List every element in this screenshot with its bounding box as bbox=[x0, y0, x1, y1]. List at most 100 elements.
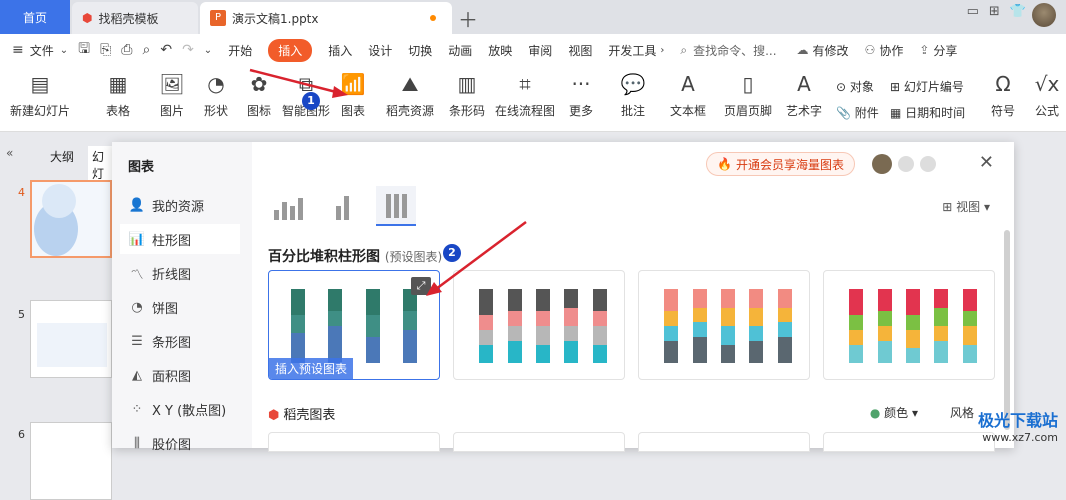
expand-icon[interactable]: ⤢ bbox=[411, 277, 431, 295]
menu-slideshow[interactable]: 放映 bbox=[488, 42, 512, 59]
print-icon[interactable]: ⎙ bbox=[121, 42, 132, 58]
command-search[interactable]: 查找命令、搜... bbox=[693, 42, 776, 59]
object-button[interactable]: ⊙ 对象 bbox=[836, 78, 874, 95]
share-icon: ⇪ bbox=[919, 43, 930, 57]
skin-icon[interactable]: 👕 bbox=[1010, 4, 1026, 19]
docer-chart-card[interactable] bbox=[453, 432, 625, 452]
slide-thumb-4[interactable] bbox=[30, 180, 112, 258]
tab-clustered-column[interactable] bbox=[268, 186, 308, 226]
chart-card[interactable] bbox=[823, 270, 995, 380]
flowchart-button[interactable]: ⌗ 在线流程图 bbox=[494, 72, 556, 119]
shape-button[interactable]: ◔ 形状 bbox=[196, 72, 236, 119]
slides-tab[interactable]: 幻灯 bbox=[88, 146, 112, 184]
docer-chart-card[interactable] bbox=[638, 432, 810, 452]
slide-thumb-6[interactable] bbox=[30, 422, 112, 500]
avatar[interactable] bbox=[1032, 3, 1056, 27]
chevron-down-icon[interactable]: ⌄ bbox=[60, 45, 68, 56]
table-button[interactable]: ▦ 表格 bbox=[96, 72, 140, 119]
style-dropdown[interactable]: 风格 bbox=[950, 404, 974, 421]
tab-stacked-column[interactable] bbox=[322, 186, 362, 226]
undo-icon[interactable]: ↶ bbox=[160, 42, 172, 58]
collapse-pane-icon[interactable]: « bbox=[6, 146, 13, 160]
bar-seg bbox=[564, 307, 579, 327]
view-dropdown[interactable]: ⊞ 视图 ▾ bbox=[942, 198, 990, 215]
mini-bar bbox=[401, 194, 407, 218]
scrollbar[interactable] bbox=[1004, 230, 1010, 430]
collab-button[interactable]: 协作 bbox=[879, 42, 903, 59]
menu-design[interactable]: 设计 bbox=[368, 42, 392, 59]
tab-percent-stacked-column[interactable] bbox=[376, 186, 416, 226]
side-item-my-resources[interactable]: 👤 我的资源 bbox=[128, 190, 248, 220]
slide-number-button[interactable]: ⊞ 幻灯片编号 bbox=[890, 78, 964, 95]
bar-seg bbox=[564, 340, 579, 363]
chevron-right-icon[interactable]: › bbox=[660, 45, 664, 56]
share-button[interactable]: 分享 bbox=[933, 42, 957, 59]
side-item-scatter[interactable]: ⁘ X Y (散点图) bbox=[128, 394, 248, 424]
save-icon[interactable]: 🖫 bbox=[78, 38, 90, 62]
attach-button[interactable]: 📎 附件 bbox=[836, 104, 879, 121]
modify-button[interactable]: 有修改 bbox=[813, 42, 849, 59]
chart-card[interactable] bbox=[638, 270, 810, 380]
docer-chart-card[interactable] bbox=[823, 432, 995, 452]
textbox-button[interactable]: A 文本框 bbox=[664, 72, 712, 119]
annotation-badge-2: 2 bbox=[443, 244, 461, 262]
chart-button[interactable]: 📶 图表 bbox=[336, 72, 370, 119]
docer-resource-button[interactable]: ⛰ 稻壳资源 bbox=[384, 72, 436, 119]
menu-insert-active[interactable]: 插入 bbox=[268, 38, 313, 62]
wordart-button[interactable]: A 艺术字 bbox=[780, 72, 828, 119]
formula-button[interactable]: √x 公式 bbox=[1030, 72, 1064, 119]
tab-home[interactable]: 首页 bbox=[0, 0, 70, 34]
hamburger-icon[interactable]: ≡ bbox=[12, 42, 24, 58]
menu-review[interactable]: 审阅 bbox=[528, 42, 552, 59]
new-slide-button[interactable]: ▤ 新建幻灯片 bbox=[8, 72, 72, 119]
bar-seg bbox=[962, 344, 977, 363]
barcode-button[interactable]: ▥ 条形码 bbox=[446, 72, 488, 119]
menu-animation[interactable]: 动画 bbox=[448, 42, 472, 59]
side-item-pie[interactable]: ◔ 饼图 bbox=[128, 292, 248, 322]
more-quick-icon[interactable]: ⌄ bbox=[204, 45, 212, 56]
layout-icon[interactable]: ▭ bbox=[967, 4, 979, 19]
mini-bar bbox=[273, 210, 279, 220]
slide-thumb-5[interactable] bbox=[30, 300, 112, 378]
menu-insert[interactable]: 插入 bbox=[328, 42, 352, 59]
more-button[interactable]: ··· 更多 bbox=[564, 72, 598, 119]
chart-card[interactable] bbox=[453, 270, 625, 380]
comment-button[interactable]: 💬 批注 bbox=[618, 72, 648, 119]
collab-icon: ⚇ bbox=[864, 43, 876, 57]
tab-document[interactable]: P 演示文稿1.pptx bbox=[200, 2, 452, 34]
icon-button[interactable]: ✿ 图标 bbox=[242, 72, 276, 119]
side-item-stock[interactable]: ⫼ 股价图 bbox=[128, 428, 248, 458]
bar-seg bbox=[564, 326, 579, 341]
user-avatar[interactable] bbox=[872, 154, 892, 174]
menu-devtools[interactable]: 开发工具 bbox=[608, 42, 656, 59]
close-icon[interactable]: ✕ bbox=[979, 152, 994, 173]
file-menu[interactable]: 文件 bbox=[30, 42, 54, 59]
side-item-line[interactable]: 〽折线图 bbox=[128, 258, 248, 288]
grid-icon[interactable]: ⊞ bbox=[989, 4, 1000, 19]
menu-transition[interactable]: 切换 bbox=[408, 42, 432, 59]
search-icon: ⌕ bbox=[680, 42, 688, 57]
bar-seg bbox=[777, 322, 792, 338]
color-dropdown[interactable]: ● 颜色 ▾ bbox=[870, 404, 918, 421]
new-tab-icon[interactable]: ＋ bbox=[458, 4, 478, 33]
header-footer-button[interactable]: ▯ 页眉页脚 bbox=[722, 72, 774, 119]
redo-icon[interactable]: ↷ bbox=[182, 42, 194, 58]
menu-start[interactable]: 开始 bbox=[228, 42, 252, 59]
side-item-column[interactable]: 📊 柱形图 bbox=[120, 224, 240, 254]
side-item-bar[interactable]: ☰ 条形图 bbox=[128, 326, 248, 356]
side-item-area[interactable]: ◭ 面积图 bbox=[128, 360, 248, 390]
docer-chart-card[interactable] bbox=[268, 432, 440, 452]
chart-card-preset[interactable]: ⤢ 插入预设图表 bbox=[268, 270, 440, 380]
insert-preset-button[interactable]: 插入预设图表 bbox=[269, 358, 354, 379]
menu-view[interactable]: 视图 bbox=[568, 42, 592, 59]
outline-tab[interactable]: 大纲 bbox=[50, 148, 74, 165]
vip-button[interactable]: 🔥 开通会员享海量图表 bbox=[706, 152, 855, 176]
symbol-button[interactable]: Ω 符号 bbox=[988, 72, 1018, 119]
picture-button[interactable]: 🖼 图片 bbox=[152, 72, 192, 119]
datetime-button[interactable]: ▦ 日期和时间 bbox=[890, 104, 965, 121]
tab-template[interactable]: ⬢ 找稻壳模板 bbox=[72, 2, 198, 34]
export-icon[interactable]: ⎘ bbox=[100, 42, 111, 58]
ribbon: ▤ 新建幻灯片 ▦ 表格 🖼 图片 ◔ 形状 ✿ 图标 ⧉ 智能图形 📶 图表 ⛰ 稻壳资源 ▥… bbox=[0, 66, 1066, 132]
preview-icon[interactable]: ⌕ bbox=[142, 42, 150, 58]
bar-seg bbox=[535, 344, 550, 363]
